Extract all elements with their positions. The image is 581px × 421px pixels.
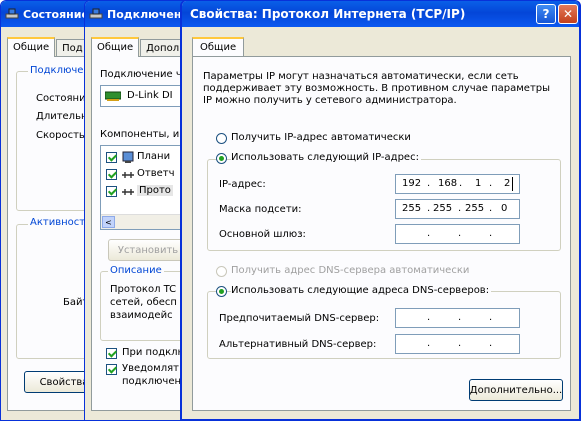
duration-row-label: Длительн [36,111,88,122]
mask-octet-2[interactable]: 255 [433,203,452,214]
ip-address-label: IP-адрес: [219,179,266,190]
component-name[interactable]: Плани [137,151,170,162]
preferred-dns-label: Предпочитаемый DNS-сервер: [219,313,380,324]
use-following-ip-label[interactable]: Использовать следующий IP-адрес: [231,152,421,163]
component-name[interactable]: Прото [137,185,173,196]
mask-octet-4[interactable]: 0 [501,203,507,214]
notify-label-line1: Уведомлят [122,363,179,374]
subnet-mask-field[interactable]: 255 . 255 . 255 . 0 [395,199,520,219]
adapter-name: D-Link DI [127,90,173,101]
obtain-dns-auto-label[interactable]: Получить адрес DNS-сервера автоматически [231,265,469,276]
tcpip-dialog-titlebar[interactable]: Свойства: Протокол Интернета (TCP/IP) [182,1,579,27]
obtain-ip-auto-label[interactable]: Получить IP-адрес автоматически [231,132,411,143]
tcpip-properties-dialog: Свойства: Протокол Интернета (TCP/IP) ? … [180,0,581,421]
show-icon-label: При подклю [122,347,186,358]
network-adapter-icon [105,91,121,101]
subnet-mask-label: Маска подсети: [219,204,302,215]
install-button[interactable]: Установить [108,239,188,261]
default-gateway-label: Основной шлюз: [219,229,306,240]
ip-address-field[interactable]: 192 . 168 . 1 . 2 [395,174,520,194]
obtain-ip-auto-radio[interactable] [216,133,227,144]
scroll-left-button[interactable]: < [102,216,115,228]
connection-group-title: Подключе [28,65,86,76]
ip-octet-4[interactable]: 2 [504,178,510,189]
description-line: сетей, обесп [110,297,177,308]
protocol-icon [122,172,134,178]
mask-octet-3[interactable]: 255 [465,203,484,214]
use-following-dns-label[interactable]: Использовать следующие адреса DNS-сервер… [231,285,492,296]
alternate-dns-field[interactable]: ... [395,334,520,354]
description-line: Протокол TC [110,284,177,295]
ip-octet-2[interactable]: 168 [438,178,457,189]
advanced-button[interactable]: Дополнительно... [469,379,563,401]
network-connection-icon [89,8,103,19]
tcpip-general-panel: Параметры IP могут назначаться автоматич… [192,56,571,411]
intro-text-line: IP можно получить у сетевого администрат… [203,95,457,106]
tab-general[interactable]: Общие [7,37,56,57]
text-cursor [512,177,513,191]
component-name[interactable]: Ответч [137,168,174,179]
notify-label-line2: подключени [122,376,188,387]
help-button[interactable]: ? [536,4,556,24]
description-group-title: Описание [108,265,164,276]
intro-text-line: Параметры IP могут назначаться автоматич… [203,71,519,82]
tcpip-dialog-title: Свойства: Протокол Интернета (TCP/IP) [190,7,466,21]
component-checkbox[interactable] [106,169,117,180]
use-following-dns-radio[interactable] [216,286,227,297]
intro-text-line: поддерживает эту возможность. В противно… [203,83,551,94]
ip-octet-1[interactable]: 192 [402,178,421,189]
notify-checkbox[interactable] [106,364,117,375]
description-line: взаимодейс [110,310,173,321]
component-checkbox[interactable] [106,152,117,163]
network-connection-icon [5,8,19,19]
preferred-dns-field[interactable]: ... [395,308,520,328]
tab-general[interactable]: Общие [91,37,140,57]
speed-row-label: Скорость [36,130,85,141]
show-icon-checkbox[interactable] [106,348,117,359]
obtain-dns-auto-radio[interactable] [216,266,227,277]
tab-general[interactable]: Общие [192,37,245,56]
connection-window-title: Подключен [107,7,182,21]
component-checkbox[interactable] [106,186,117,197]
protocol-icon [122,189,134,195]
components-label: Компоненты, и [100,129,180,140]
status-window-title: Состояние [23,7,89,21]
use-following-ip-radio[interactable] [216,153,227,164]
activity-group-title: Активност [28,217,88,228]
connect-using-label: Подключение ч [100,69,182,80]
close-button[interactable]: ✕ [558,4,578,24]
status-row-label: Состояни [36,93,86,104]
default-gateway-field[interactable]: ... [395,224,520,244]
mask-octet-1[interactable]: 255 [402,203,421,214]
ip-octet-3[interactable]: 1 [475,178,481,189]
alternate-dns-label: Альтернативный DNS-сервер: [219,339,377,350]
scheduler-icon [122,151,134,163]
